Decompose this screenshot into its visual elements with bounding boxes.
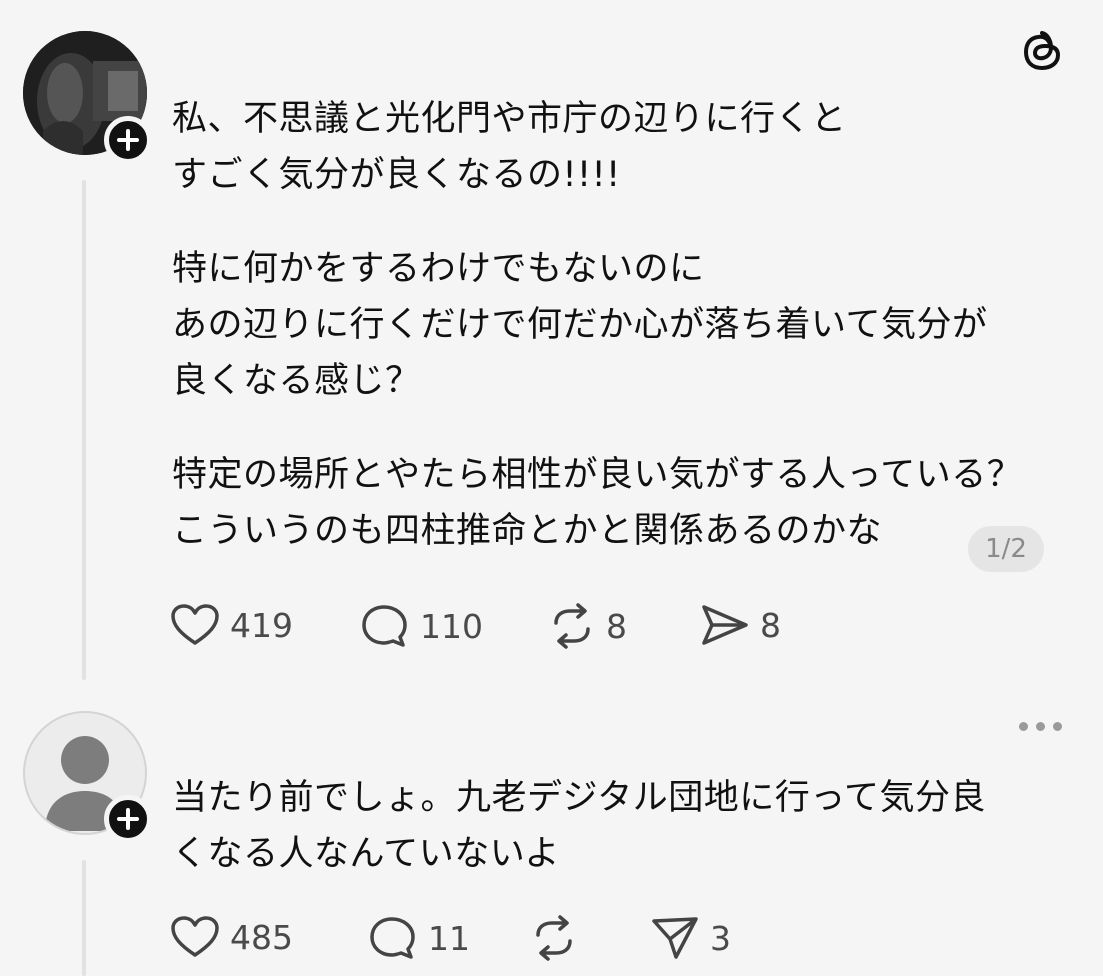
reply-button[interactable]: 11 (368, 915, 470, 961)
threads-logo-icon[interactable] (1018, 25, 1068, 75)
page-indicator[interactable]: 1/2 (968, 526, 1044, 572)
post-text: 特に何かをするわけでもないのに あの辺りに行くだけで何だか心が落ち着いて気分が … (172, 249, 988, 401)
send-icon (652, 917, 698, 959)
post-text: 特定の場所とやたら相性が良い気がする人っている？ こういうのも四柱推命とかと関係… (172, 455, 1023, 551)
reply-count: 110 (420, 606, 483, 646)
like-button[interactable]: 419 (170, 603, 293, 647)
thread-line (82, 180, 86, 680)
plus-icon (117, 808, 139, 830)
follow-button[interactable] (104, 795, 152, 843)
more-horizontal-icon[interactable] (1019, 716, 1069, 736)
share-count: 3 (710, 918, 731, 958)
share-count: 8 (760, 605, 781, 645)
like-count: 419 (230, 605, 293, 645)
thread-line (82, 860, 86, 976)
plus-icon (117, 129, 139, 151)
like-count: 485 (230, 917, 293, 957)
reply-count: 11 (428, 918, 470, 958)
speech-bubble-icon (362, 605, 407, 647)
send-icon (702, 605, 748, 645)
like-button[interactable]: 485 (170, 915, 293, 959)
repost-icon (536, 915, 572, 961)
reply-text: 当たり前でしょ。九老デジタル団地に行って気分良 くなる人なんていないよ (172, 778, 987, 874)
repost-count: 8 (606, 606, 627, 646)
post-text: 私、不思議と光化門や市庁の辺りに行くと すごく気分が良くなるの!!!! (172, 99, 847, 195)
share-button[interactable]: 8 (700, 603, 781, 647)
share-button[interactable]: 3 (650, 915, 731, 961)
repost-button[interactable]: 8 (548, 603, 627, 649)
heart-icon (171, 604, 219, 645)
speech-bubble-icon (370, 917, 415, 959)
follow-button[interactable] (104, 116, 152, 164)
heart-icon (171, 916, 219, 957)
reply-button[interactable]: 110 (360, 603, 483, 649)
repost-button[interactable] (530, 915, 588, 961)
repost-icon (554, 603, 590, 649)
